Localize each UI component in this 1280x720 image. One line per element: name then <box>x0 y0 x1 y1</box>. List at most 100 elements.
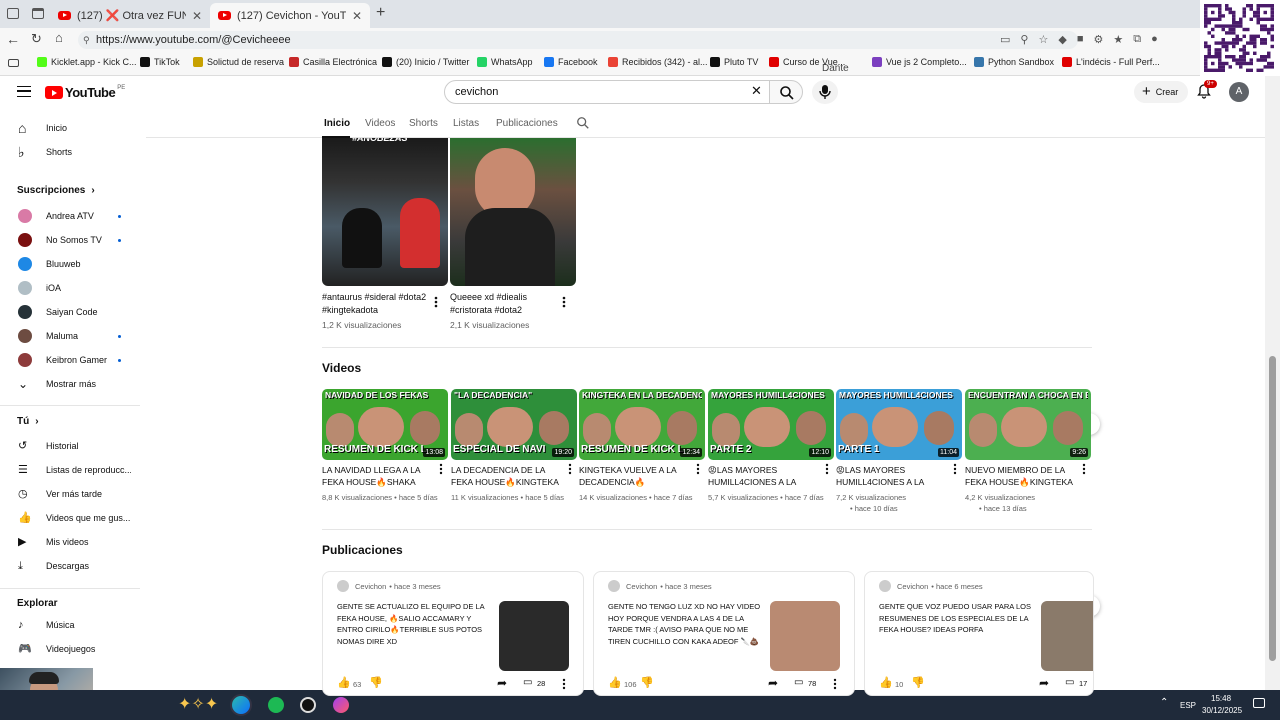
messenger-icon[interactable] <box>333 697 349 713</box>
post-image[interactable] <box>499 601 569 671</box>
bookmark-item[interactable]: Recibidos (342) - al... <box>608 57 708 67</box>
bookmark-item[interactable]: Curso de Vue... <box>769 57 845 67</box>
video-title[interactable]: LA DECADENCIA DE LA FEKA HOUSE🔥KINGTEKA … <box>451 464 563 488</box>
sidebar-item-you[interactable]: ☰ Listas de reproducc... <box>0 458 140 482</box>
more-options-icon[interactable] <box>696 463 702 475</box>
notifications-button[interactable]: 9+ <box>1197 80 1217 102</box>
more-options-icon[interactable] <box>833 678 837 690</box>
short-title[interactable]: #antaurus #sideral #dota2 #kingtekadota <box>322 291 427 317</box>
video-thumbnail[interactable]: MAYORES HUMILL4CIONES PARTE 1 11:04 <box>836 389 962 460</box>
community-post-card[interactable]: Cevichon • hace 6 meses GENTE QUE VOZ PUED… <box>864 571 1094 696</box>
clock-time[interactable]: 15:48 <box>1211 694 1231 703</box>
tab-publicaciones[interactable]: Publicaciones <box>496 118 558 129</box>
more-options-icon[interactable] <box>434 296 440 308</box>
extension-shield-icon[interactable]: ◆ <box>1058 33 1066 47</box>
subscription-item[interactable]: Bluuweb <box>0 252 140 276</box>
subscription-item[interactable]: Keibron Gamer <box>0 348 140 372</box>
tab-inicio[interactable]: Inicio <box>324 118 350 129</box>
channel-avatar[interactable] <box>879 580 891 592</box>
sidebar-item-you[interactable]: ▶ Mis videos <box>0 530 140 554</box>
share-icon[interactable]: ➦ <box>768 676 778 690</box>
sidebar-item-you[interactable]: ↺ Historial <box>0 434 140 458</box>
more-options-icon[interactable] <box>568 463 574 475</box>
new-tab-button[interactable]: + <box>376 4 385 22</box>
posts-section-title[interactable]: Publicaciones <box>322 543 403 557</box>
video-thumbnail[interactable]: NAVIDAD DE LOS FEKAS RESUMEN DE KICK L 13:… <box>322 389 448 460</box>
sidebar-item-you[interactable]: ⤓ Descargas <box>0 554 140 578</box>
site-info-icon[interactable]: ⚲ <box>83 31 90 49</box>
more-options-icon[interactable] <box>1082 463 1088 475</box>
collections-icon[interactable]: ⧉ <box>1133 33 1141 47</box>
url-bar[interactable]: ⚲ https://www.youtube.com/@Cevicheeee <box>78 31 1078 49</box>
youtube-logo[interactable]: YouTube PE <box>45 85 125 100</box>
create-button[interactable]: + Crear <box>1134 81 1188 103</box>
you-heading[interactable]: Tú › <box>17 416 39 427</box>
community-post-card[interactable]: Cevichon • hace 3 meses GENTE SE ACTUALIZO… <box>322 571 584 696</box>
page-scrollbar[interactable] <box>1265 76 1280 690</box>
scrollbar-thumb[interactable] <box>1269 356 1276 661</box>
comment-icon[interactable]: ▭ <box>1065 677 1074 688</box>
extensions-puzzle-icon[interactable]: ⚙ <box>1093 33 1103 47</box>
bookmark-item[interactable]: WhatsApp <box>477 57 533 67</box>
edge-icon[interactable] <box>230 694 252 716</box>
post-time[interactable]: • hace 3 meses <box>389 582 440 591</box>
tab-listas[interactable]: Listas <box>453 118 479 129</box>
dislike-icon[interactable]: 👎 <box>640 676 654 689</box>
profile-icon[interactable]: ● <box>1151 33 1158 47</box>
like-icon[interactable]: 👍 <box>879 676 893 689</box>
bookmark-item[interactable]: Facebook <box>544 57 598 67</box>
clock-date[interactable]: 30/12/2025 <box>1202 706 1242 715</box>
more-options-icon[interactable] <box>562 678 566 690</box>
bookmark-item[interactable]: Python Sandbox <box>974 57 1054 67</box>
comment-icon[interactable]: ▭ <box>794 677 803 688</box>
comment-icon[interactable]: ▭ <box>523 677 532 688</box>
sidebar-item-inicio[interactable]: ⌂ Inicio <box>0 116 140 140</box>
post-time[interactable]: • hace 3 meses <box>660 582 711 591</box>
favorite-star-icon[interactable]: ☆ <box>1038 33 1048 47</box>
sparkle-widget-icon[interactable]: ✦✧✦ <box>178 694 218 714</box>
sidebar-item-you[interactable]: ◷ Ver más tarde <box>0 482 140 506</box>
clear-search-icon[interactable]: ✕ <box>751 80 762 102</box>
subscriptions-heading[interactable]: Suscripciones › <box>17 185 95 196</box>
language-indicator[interactable]: ESP <box>1180 701 1196 710</box>
back-icon[interactable]: ← <box>6 31 20 47</box>
video-thumbnail[interactable]: "LA DECADENCIA" ESPECIAL DE NAVI 19:20 <box>451 389 577 460</box>
subscription-item[interactable]: iOA <box>0 276 140 300</box>
spotify-icon[interactable] <box>268 697 284 713</box>
bookmark-item[interactable]: TikTok <box>140 57 180 67</box>
obs-icon[interactable] <box>300 697 316 713</box>
favorites-list-icon[interactable]: ★ <box>1113 33 1123 47</box>
bookmark-item[interactable]: Pluto TV <box>710 57 758 67</box>
tray-chevron-icon[interactable]: ⌃ <box>1160 697 1168 708</box>
channel-avatar[interactable] <box>608 580 620 592</box>
channel-avatar[interactable] <box>337 580 349 592</box>
reload-icon[interactable]: ↻ <box>31 31 42 47</box>
bookmark-item[interactable]: Vue js 2 Completo... <box>872 57 967 67</box>
show-more-button[interactable]: ⌄ Mostrar más <box>0 372 140 396</box>
zoom-icon[interactable]: ⚲ <box>1020 33 1028 47</box>
more-options-icon[interactable] <box>439 463 445 475</box>
sidebar-item-explore[interactable]: ♪ Música <box>0 613 140 637</box>
short-title[interactable]: Queeee xd #diealis #cristorata #dota2 <box>450 291 555 317</box>
search-button[interactable] <box>769 80 803 104</box>
subscription-item[interactable]: Maluma <box>0 324 140 348</box>
bookmark-item[interactable]: Casilla Electrónica <box>289 57 377 67</box>
tab-actions-icon[interactable] <box>7 8 19 19</box>
short-thumbnail[interactable]: #ANOBEZAS <box>322 138 448 286</box>
post-author[interactable]: Cevichon <box>897 582 928 591</box>
post-author[interactable]: Cevichon <box>626 582 657 591</box>
account-avatar[interactable]: A <box>1229 82 1249 102</box>
video-thumbnail[interactable]: MAYORES HUMILL4CIONES PARTE 2 12:10 <box>708 389 834 460</box>
dislike-icon[interactable]: 👎 <box>911 676 925 689</box>
dislike-icon[interactable]: 👎 <box>369 676 383 689</box>
bookmark-item[interactable]: L'indécis - Full Perf... <box>1062 57 1160 67</box>
bookmark-item[interactable]: Kicklet.app - Kick C... <box>37 57 137 67</box>
post-image[interactable] <box>1041 601 1093 671</box>
sidebar-item-explore[interactable]: 🎮 Videojuegos <box>0 637 140 661</box>
video-title[interactable]: 😡LAS MAYORES HUMILL4CIONES A LA FEK... <box>708 464 820 488</box>
like-icon[interactable]: 👍 <box>608 676 622 689</box>
notifications-center-icon[interactable] <box>1253 698 1265 708</box>
search-input[interactable]: cevichon ✕ <box>444 80 770 104</box>
video-title[interactable]: KINGTEKA VUELVE A LA DECADENCIA🔥PAUCHIKI… <box>579 464 691 488</box>
bookmark-item[interactable]: Solictud de reserva <box>193 57 284 67</box>
